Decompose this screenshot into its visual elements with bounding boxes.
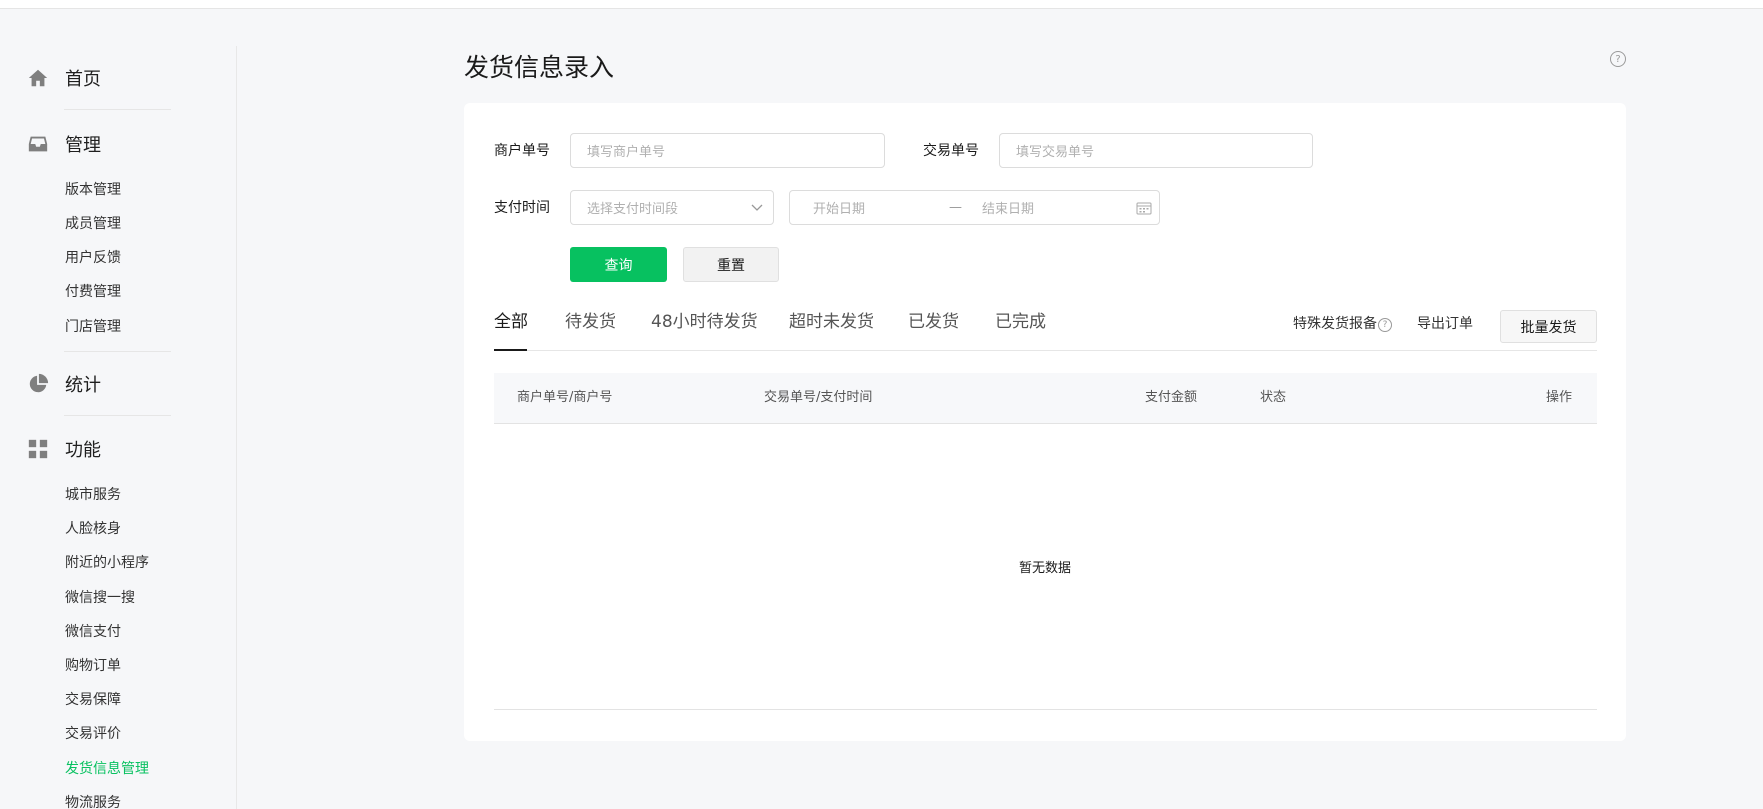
empty-state-text: 暂无数据 xyxy=(1019,561,1072,576)
merchant-order-input[interactable]: 填写商户单号 xyxy=(570,133,885,168)
pie-chart-icon xyxy=(29,373,49,393)
tab-overdue[interactable]: 超时未发货 xyxy=(789,309,874,335)
sidebar-item-shopping-orders[interactable]: 购物订单 xyxy=(65,656,121,676)
sidebar-group-label: 首页 xyxy=(65,69,101,90)
divider xyxy=(64,109,171,110)
grid-icon xyxy=(28,439,48,459)
column-merchant-order: 商户单号/商户号 xyxy=(517,390,613,405)
export-orders-link[interactable]: 导出订单 xyxy=(1417,314,1473,334)
date-range-picker[interactable]: 开始日期 — 结束日期 xyxy=(789,190,1160,225)
sidebar-group-home[interactable]: 首页 xyxy=(27,64,101,92)
merchant-order-label: 商户单号 xyxy=(494,143,550,159)
tabs-divider xyxy=(494,350,1597,351)
sidebar-item-nearby-miniprogram[interactable]: 附近的小程序 xyxy=(65,553,149,573)
column-pay-amount: 支付金额 xyxy=(1145,390,1198,405)
divider xyxy=(64,351,171,352)
chevron-down-icon xyxy=(751,204,763,211)
column-actions: 操作 xyxy=(1546,390,1573,405)
end-date-placeholder: 结束日期 xyxy=(982,202,1035,217)
query-button[interactable]: 查询 xyxy=(570,247,667,282)
top-bar xyxy=(0,0,1763,9)
special-report-label: 特殊发货报备 xyxy=(1293,316,1377,332)
home-icon xyxy=(28,69,48,87)
column-status: 状态 xyxy=(1260,390,1287,405)
help-glyph: ? xyxy=(1382,320,1388,330)
sidebar-group-manage[interactable]: 管理 xyxy=(27,130,101,158)
page-title: 发货信息录入 xyxy=(464,53,615,82)
merchant-order-placeholder: 填写商户单号 xyxy=(587,145,666,160)
sidebar-item-members[interactable]: 成员管理 xyxy=(65,214,121,234)
table-header: 商户单号/商户号 交易单号/支付时间 支付金额 状态 操作 xyxy=(494,373,1597,424)
sidebar-item-wechat-pay[interactable]: 微信支付 xyxy=(65,622,121,642)
table-bottom-border xyxy=(494,709,1597,710)
inbox-icon xyxy=(28,136,48,152)
batch-ship-button[interactable]: 批量发货 xyxy=(1500,310,1597,343)
pay-time-select[interactable]: 选择支付时间段 xyxy=(570,190,774,225)
question-circle-icon[interactable]: ? xyxy=(1378,318,1392,332)
tab-48h-pending[interactable]: 48小时待发货 xyxy=(651,309,758,335)
sidebar-item-logistics[interactable]: 物流服务 xyxy=(65,793,121,809)
active-tab-indicator xyxy=(494,349,527,351)
tab-pending-shipment[interactable]: 待发货 xyxy=(565,309,616,335)
sidebar-item-payment-manage[interactable]: 付费管理 xyxy=(65,282,121,302)
sidebar-group-stats[interactable]: 统计 xyxy=(27,370,101,398)
trade-order-placeholder: 填写交易单号 xyxy=(1016,145,1095,160)
sidebar-item-feedback[interactable]: 用户反馈 xyxy=(65,248,121,268)
calendar-icon xyxy=(1136,202,1152,214)
reset-button[interactable]: 重置 xyxy=(683,247,779,282)
sidebar-item-shipping-info[interactable]: 发货信息管理 xyxy=(65,759,149,779)
column-trade-order: 交易单号/支付时间 xyxy=(764,390,873,405)
pay-time-label: 支付时间 xyxy=(494,200,550,216)
sidebar-item-version[interactable]: 版本管理 xyxy=(65,180,121,200)
special-report-link[interactable]: 特殊发货报备 xyxy=(1293,314,1377,334)
sidebar-group-features[interactable]: 功能 xyxy=(27,435,101,463)
tab-shipped[interactable]: 已发货 xyxy=(908,309,959,335)
sidebar-group-label: 管理 xyxy=(65,135,101,156)
sidebar-item-face-verify[interactable]: 人脸核身 xyxy=(65,519,121,539)
sidebar-group-label: 功能 xyxy=(65,440,101,461)
question-circle-icon[interactable]: ? xyxy=(1610,51,1626,67)
sidebar-item-wechat-search[interactable]: 微信搜一搜 xyxy=(65,588,135,608)
sidebar-group-label: 统计 xyxy=(65,375,101,396)
trade-order-input[interactable]: 填写交易单号 xyxy=(999,133,1313,168)
sidebar-item-trade-guarantee[interactable]: 交易保障 xyxy=(65,690,121,710)
sidebar-item-stores[interactable]: 门店管理 xyxy=(65,317,121,337)
trade-order-label: 交易单号 xyxy=(923,143,979,159)
start-date-placeholder: 开始日期 xyxy=(813,202,866,217)
tab-all[interactable]: 全部 xyxy=(494,309,528,335)
tab-completed[interactable]: 已完成 xyxy=(995,309,1046,335)
help-glyph: ? xyxy=(1615,53,1621,65)
sidebar-item-trade-review[interactable]: 交易评价 xyxy=(65,724,121,744)
divider xyxy=(64,415,171,416)
sidebar-item-city-service[interactable]: 城市服务 xyxy=(65,485,121,505)
date-separator: — xyxy=(949,200,962,215)
pay-time-select-placeholder: 选择支付时间段 xyxy=(587,202,679,217)
